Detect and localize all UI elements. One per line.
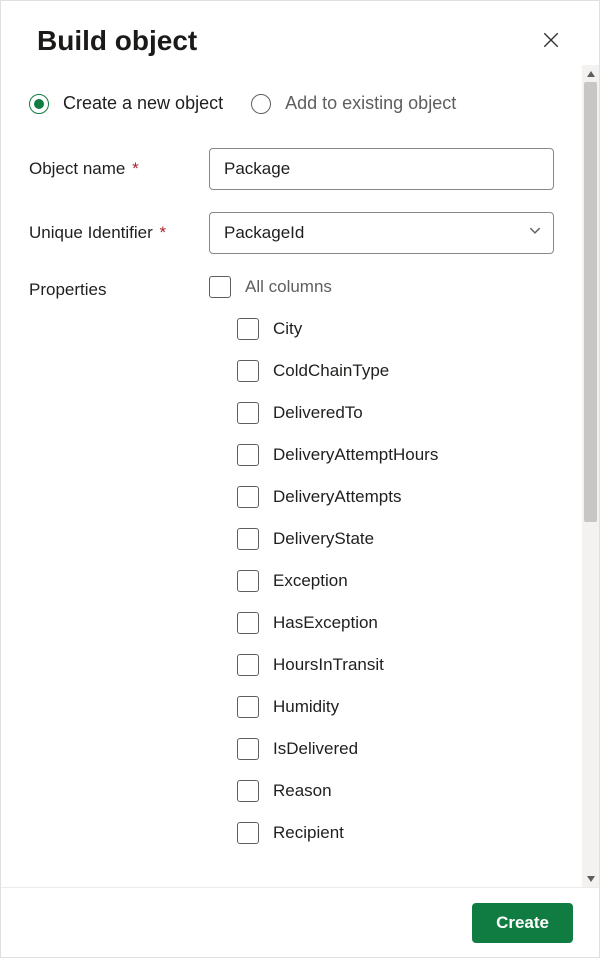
property-item: City — [209, 318, 554, 340]
all-columns-item: All columns — [209, 276, 554, 298]
property-checkbox[interactable] — [237, 570, 259, 592]
unique-id-select-wrap: PackageId — [209, 212, 554, 254]
property-checkbox[interactable] — [237, 486, 259, 508]
scroll-up-arrow[interactable] — [582, 65, 599, 82]
property-item: ColdChainType — [209, 360, 554, 382]
property-checkbox[interactable] — [237, 318, 259, 340]
panel-body: Create a new object Add to existing obje… — [1, 65, 582, 887]
property-label: Exception — [273, 571, 348, 591]
required-mark: * — [127, 159, 138, 178]
close-icon — [542, 31, 560, 52]
property-item: Recipient — [209, 822, 554, 844]
unique-id-row: Unique Identifier * PackageId — [29, 212, 554, 254]
object-name-input[interactable] — [209, 148, 554, 190]
property-item: HasException — [209, 612, 554, 634]
vertical-scrollbar[interactable] — [582, 65, 599, 887]
radio-icon — [251, 94, 271, 114]
property-item: DeliveryState — [209, 528, 554, 550]
property-label: HasException — [273, 613, 378, 633]
object-name-label: Object name * — [29, 159, 209, 179]
property-label: DeliveryState — [273, 529, 374, 549]
properties-row: Properties All columns City ColdChainType… — [29, 276, 554, 864]
property-checkbox[interactable] — [237, 528, 259, 550]
property-item: IsDelivered — [209, 738, 554, 760]
property-label: DeliveryAttempts — [273, 487, 401, 507]
property-item: Humidity — [209, 696, 554, 718]
scroll-track[interactable] — [582, 82, 599, 870]
property-label: HoursInTransit — [273, 655, 384, 675]
scroll-thumb[interactable] — [584, 82, 597, 522]
property-checkbox[interactable] — [237, 654, 259, 676]
property-label: DeliveredTo — [273, 403, 363, 423]
unique-id-label: Unique Identifier * — [29, 223, 209, 243]
unique-id-select[interactable]: PackageId — [209, 212, 554, 254]
property-label: Humidity — [273, 697, 339, 717]
property-checkbox[interactable] — [237, 696, 259, 718]
panel-header: Build object — [1, 1, 599, 65]
property-item: HoursInTransit — [209, 654, 554, 676]
close-button[interactable] — [535, 25, 567, 57]
property-item: DeliveryAttemptHours — [209, 444, 554, 466]
mode-add-option[interactable]: Add to existing object — [251, 93, 456, 114]
property-label: IsDelivered — [273, 739, 358, 759]
all-columns-label: All columns — [245, 277, 332, 297]
property-label: City — [273, 319, 302, 339]
properties-list: All columns City ColdChainType DeliveredTo… — [209, 276, 554, 864]
mode-create-label: Create a new object — [63, 93, 223, 114]
property-checkbox[interactable] — [237, 780, 259, 802]
property-checkbox[interactable] — [237, 612, 259, 634]
required-mark: * — [155, 223, 166, 242]
property-label: DeliveryAttemptHours — [273, 445, 438, 465]
property-item: Exception — [209, 570, 554, 592]
property-checkbox[interactable] — [237, 402, 259, 424]
all-columns-checkbox[interactable] — [209, 276, 231, 298]
radio-icon — [29, 94, 49, 114]
property-item: Reason — [209, 780, 554, 802]
property-checkbox[interactable] — [237, 738, 259, 760]
property-item: DeliveryAttempts — [209, 486, 554, 508]
mode-add-label: Add to existing object — [285, 93, 456, 114]
property-label: Recipient — [273, 823, 344, 843]
property-checkbox[interactable] — [237, 822, 259, 844]
properties-label: Properties — [29, 276, 209, 300]
mode-radio-group: Create a new object Add to existing obje… — [29, 93, 554, 114]
unique-id-value: PackageId — [224, 223, 304, 243]
object-name-row: Object name * — [29, 148, 554, 190]
panel-footer: Create — [1, 887, 599, 957]
create-button[interactable]: Create — [472, 903, 573, 943]
property-checkbox[interactable] — [237, 360, 259, 382]
property-checkbox[interactable] — [237, 444, 259, 466]
panel-title: Build object — [37, 25, 197, 57]
panel-body-wrap: Create a new object Add to existing obje… — [1, 65, 599, 887]
property-label: Reason — [273, 781, 332, 801]
build-object-panel: Build object Create a new object Add to … — [0, 0, 600, 958]
property-label: ColdChainType — [273, 361, 389, 381]
property-item: DeliveredTo — [209, 402, 554, 424]
mode-create-option[interactable]: Create a new object — [29, 93, 223, 114]
scroll-down-arrow[interactable] — [582, 870, 599, 887]
